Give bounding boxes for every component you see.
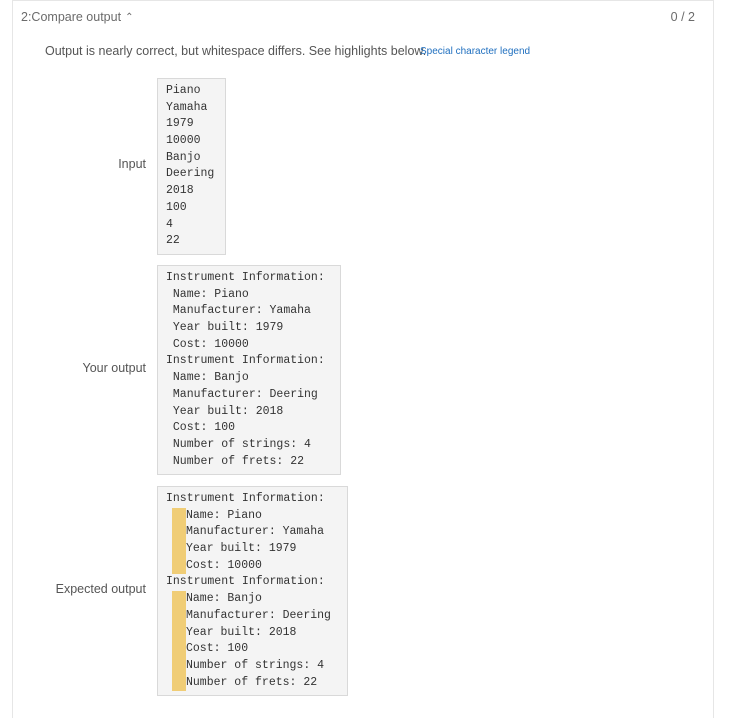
input-line: 10000 [166,134,201,148]
expected-output-line: Name: Banjo [166,591,339,608]
your-output-line: Manufacturer: Deering [166,387,318,401]
input-line: 22 [166,234,180,248]
expected-output-text: Manufacturer: Deering [186,608,331,622]
your-output-line: Name: Piano [166,287,249,301]
expected-output-line: Instrument Information: [166,574,339,591]
your-output-line: Cost: 10000 [166,337,249,351]
your-output-line: Manufacturer: Yamaha [166,304,311,318]
your-output-line: Year built: 2018 [166,404,284,418]
input-line: 4 [166,217,173,231]
result-message: Output is nearly correct, but whitespace… [45,44,427,58]
input-line: Piano [166,84,201,97]
input-line: Deering [166,167,215,181]
whitespace-highlight [172,674,186,692]
expected-output-text: Instrument Information: [166,575,325,589]
score-badge: 0 / 2 [670,10,695,24]
expected-output-text: Year built: 1979 [186,542,297,556]
your-output-line: Year built: 1979 [166,321,284,335]
expected-output-line: Manufacturer: Yamaha [166,524,339,542]
expected-output-line: Cost: 10000 [166,557,339,575]
expected-output-text: Cost: 100 [186,642,249,656]
expected-output-line: Manufacturer: Deering [166,607,339,625]
special-character-legend-link[interactable]: Special character legend [420,46,530,57]
whitespace-highlight [172,607,186,625]
input-line: 2018 [166,184,194,198]
expected-output-text: Number of strings: 4 [186,658,325,672]
section-title: 2:Compare output [21,10,122,24]
your-output-line: Number of frets: 22 [166,454,305,468]
expected-output-label: Expected output [55,582,146,596]
whitespace-highlight [172,641,186,658]
whitespace-highlight [172,557,186,575]
expected-output-text: Name: Piano [186,508,262,522]
whitespace-highlight [172,591,186,608]
your-output-box: Instrument Information: Name: Piano Manu… [157,265,341,475]
whitespace-highlight [172,524,186,542]
whitespace-highlight [172,657,186,675]
your-output-line: Number of strings: 4 [166,437,311,451]
input-line: 100 [166,200,187,214]
section-header: 2:Compare output ⌃ 0 / 2 [13,0,713,35]
compare-output-panel: 2:Compare output ⌃ 0 / 2 Output is nearly… [12,0,714,718]
whitespace-highlight [172,541,186,558]
your-output-line: Instrument Information: [166,271,325,284]
expected-output-line: Year built: 2018 [166,624,339,642]
chevron-up-icon: ⌃ [125,12,134,23]
input-line: Yamaha [166,100,208,114]
input-box: Piano Yamaha 1979 10000 Banjo Deering 2018 100 4… [157,78,226,255]
whitespace-highlight [172,624,186,642]
expected-output-line: Number of strings: 4 [166,657,339,675]
expected-output-text: Cost: 10000 [186,558,262,572]
input-line: 1979 [166,117,194,131]
expected-output-text: Manufacturer: Yamaha [186,525,325,539]
section-toggle[interactable]: 2:Compare output ⌃ [21,10,133,24]
input-line: Banjo [166,150,201,164]
expected-output-line: Number of frets: 22 [166,674,339,692]
expected-output-line: Year built: 1979 [166,541,339,558]
expected-output-line: Instrument Information: [166,491,339,508]
input-label: Input [118,157,146,171]
expected-output-box: Instrument Information: Name: Piano Manufa… [157,486,348,696]
your-output-line: Name: Banjo [166,371,249,385]
whitespace-highlight [172,507,186,525]
your-output-label: Your output [82,361,146,375]
expected-output-line: Cost: 100 [166,641,339,658]
expected-output-text: Instrument Information: [166,492,325,505]
expected-output-text: Year built: 2018 [186,625,297,639]
expected-output-text: Name: Banjo [186,592,262,606]
your-output-line: Cost: 100 [166,421,236,435]
your-output-line: Instrument Information: [166,354,325,368]
expected-output-text: Number of frets: 22 [186,675,318,689]
expected-output-line: Name: Piano [166,507,339,525]
